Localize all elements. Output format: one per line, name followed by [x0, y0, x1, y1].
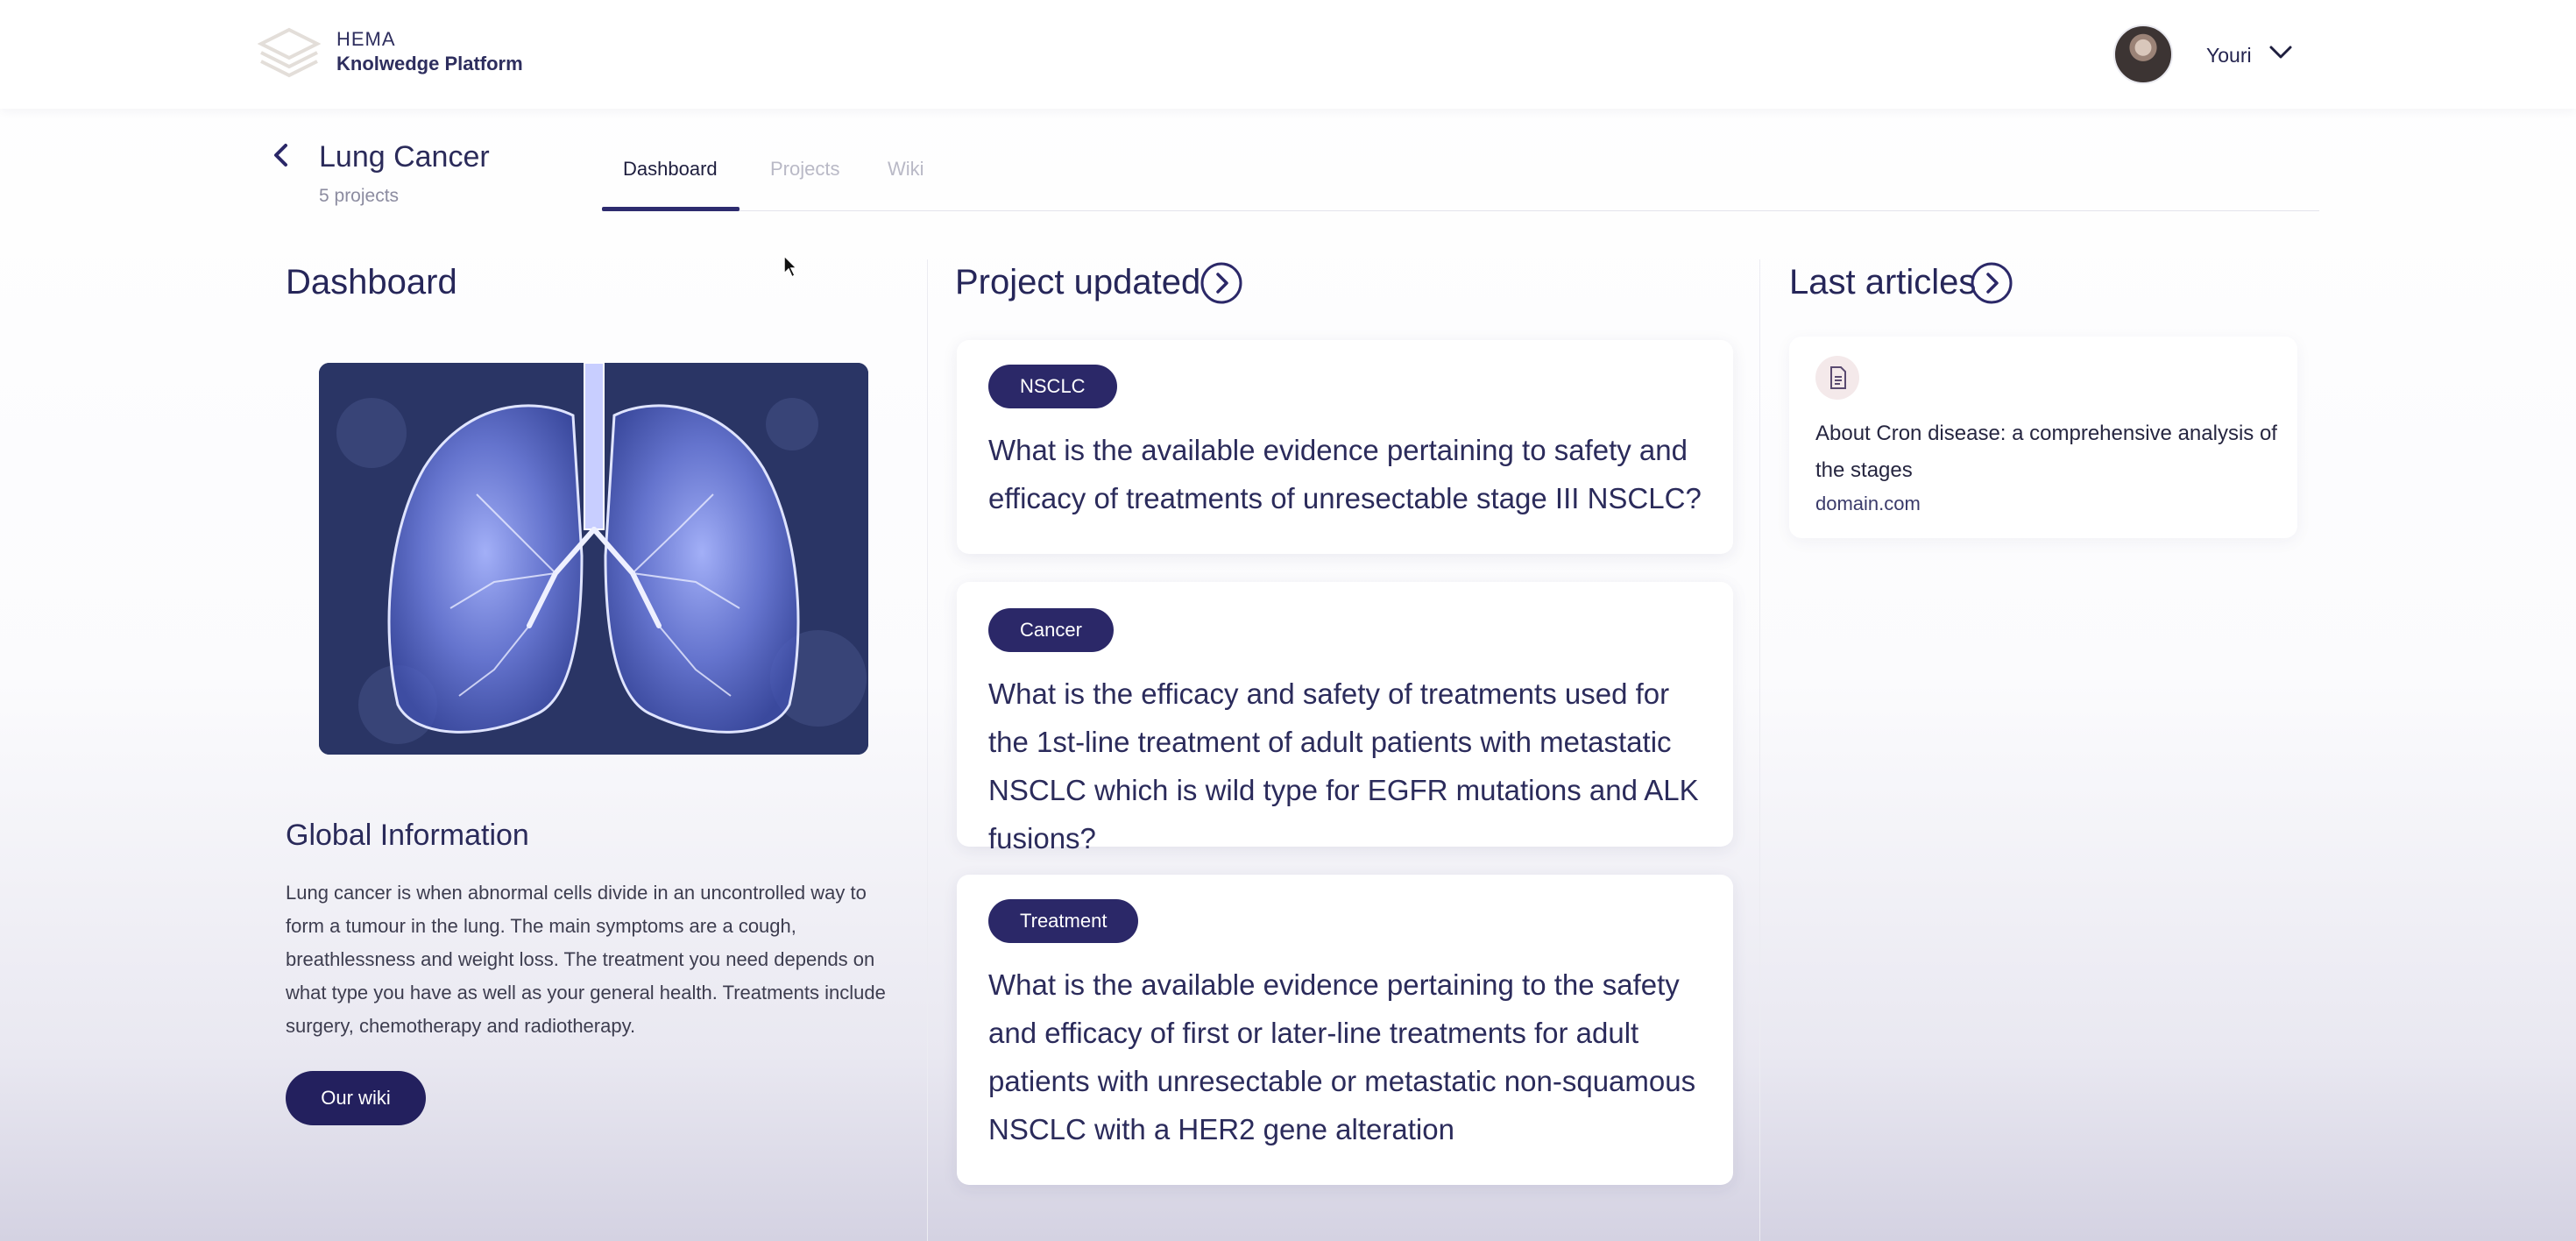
- document-icon: [1830, 366, 1846, 389]
- back-arrow-icon[interactable]: [268, 140, 294, 170]
- project-question: What is the efficacy and safety of treat…: [988, 677, 1699, 855]
- page-title: Lung Cancer: [319, 140, 490, 174]
- page-subtitle: 5 projects: [319, 186, 400, 206]
- user-name[interactable]: Youri: [2206, 44, 2252, 67]
- project-card[interactable]: NSCLC What is the available evidence per…: [957, 340, 1733, 554]
- dashboard-title: Dashboard: [286, 263, 457, 301]
- brand-name: HEMA: [336, 28, 396, 50]
- top-bar: HEMA Knolwedge Platform Youri: [0, 0, 2576, 109]
- global-information-title: Global Information: [286, 819, 529, 852]
- chevron-down-icon[interactable]: [2268, 42, 2294, 61]
- last-articles-title: Last articles: [1789, 263, 1977, 301]
- tab-wiki[interactable]: Wiki: [888, 158, 924, 181]
- our-wiki-button[interactable]: Our wiki: [286, 1071, 426, 1125]
- arrow-right-circle-icon[interactable]: [1970, 261, 2013, 305]
- document-icon-badge: [1815, 356, 1859, 400]
- tab-projects[interactable]: Projects: [770, 158, 839, 181]
- project-tag: Treatment: [988, 899, 1139, 943]
- avatar[interactable]: [2113, 25, 2173, 84]
- arrow-right-circle-icon[interactable]: [1200, 261, 1243, 305]
- project-question: What is the available evidence pertainin…: [988, 434, 1702, 514]
- logo-mark[interactable]: [258, 26, 321, 82]
- column-divider: [1759, 259, 1760, 1241]
- project-tag: Cancer: [988, 608, 1114, 652]
- project-tag: NSCLC: [988, 365, 1117, 408]
- project-card[interactable]: Treatment What is the available evidence…: [957, 875, 1733, 1185]
- article-card[interactable]: About Cron disease: a comprehensive anal…: [1789, 337, 2297, 538]
- mouse-cursor: [783, 254, 798, 279]
- global-information-text: Lung cancer is when abnormal cells divid…: [286, 882, 886, 1037]
- projects-updated-title: Project updated: [955, 263, 1201, 301]
- active-tab-indicator: [602, 207, 740, 211]
- article-title[interactable]: About Cron disease: a comprehensive anal…: [1815, 415, 2289, 489]
- lung-illustration: [319, 363, 868, 755]
- column-divider: [927, 259, 928, 1241]
- tabs-divider: [602, 210, 2319, 211]
- project-question: What is the available evidence pertainin…: [988, 968, 1696, 1145]
- article-domain: domain.com: [1815, 493, 1921, 514]
- tab-dashboard[interactable]: Dashboard: [623, 158, 718, 181]
- project-card[interactable]: Cancer What is the efficacy and safety o…: [957, 582, 1733, 855]
- brand-subtitle: Knolwedge Platform: [336, 53, 523, 74]
